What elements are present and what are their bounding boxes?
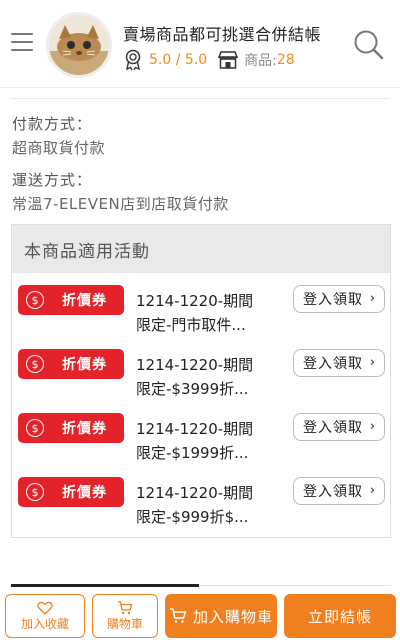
cart-button[interactable]: 購物車 xyxy=(92,594,158,638)
promotion-title: 1214-1220-期間 限定-$999折$... xyxy=(136,484,254,526)
products-count: 28 xyxy=(276,52,295,68)
shipping-method-value: 常溫7-ELEVEN店到店取貨付款 xyxy=(12,195,229,213)
search-button[interactable] xyxy=(352,28,386,62)
tab-track xyxy=(199,585,391,586)
promotion-title: 1214-1220-期間 限定-門市取件... xyxy=(136,292,254,334)
login-claim-button[interactable]: 登入領取 › xyxy=(293,349,385,377)
rating-value: 5.0 / 5.0 xyxy=(149,52,208,68)
add-to-cart-button[interactable]: 加入購物車 xyxy=(165,594,277,638)
products-label: 商品: xyxy=(244,53,277,69)
coupon-badge: $ 折價券 xyxy=(18,413,124,443)
store-avatar[interactable] xyxy=(46,12,112,78)
dollar-coin-icon: $ xyxy=(26,483,44,501)
dollar-coin-icon: $ xyxy=(26,419,44,437)
store-header: 賣場商品都可挑選合併結帳 5.0 / 5.0 商品: 28 xyxy=(0,0,400,88)
cat-avatar-image xyxy=(49,15,109,75)
promotion-item: $ 折價券 1214-1220-期間 限定-$3999折... 登入領取 › xyxy=(12,349,390,413)
promotions-panel: 本商品適用活動 $ 折價券 1214-1220-期間 限定-門市取件... 登入… xyxy=(11,224,391,538)
login-claim-button[interactable]: 登入領取 › xyxy=(293,413,385,441)
coupon-badge: $ 折價券 xyxy=(18,285,124,315)
promotion-item: $ 折價券 1214-1220-期間 限定-$1999折... 登入領取 › xyxy=(12,413,390,477)
login-claim-button[interactable]: 登入領取 › xyxy=(293,285,385,313)
shopping-cart-icon xyxy=(118,600,133,614)
promotion-item: $ 折價券 1214-1220-期間 限定-門市取件... 登入領取 › xyxy=(12,285,390,349)
search-icon xyxy=(354,30,384,60)
chevron-right-icon: › xyxy=(369,291,376,306)
divider xyxy=(10,98,390,99)
store-title: 賣場商品都可挑選合併結帳 xyxy=(123,25,322,44)
chevron-right-icon: › xyxy=(369,355,376,370)
coupon-badge: $ 折價券 xyxy=(18,477,124,507)
bottom-action-bar: 加入收藏 購物車 加入購物車 立即結帳 xyxy=(0,590,400,640)
promotion-item: $ 折價券 1214-1220-期間 限定-$999折$... 登入領取 › xyxy=(12,477,390,541)
store-icon xyxy=(218,51,239,69)
promotions-header: 本商品適用活動 xyxy=(12,225,390,273)
payment-method-label: 付款方式： xyxy=(12,115,93,133)
payment-method-value: 超商取貨付款 xyxy=(12,139,106,157)
dollar-coin-icon: $ xyxy=(26,291,44,309)
add-favorite-button[interactable]: 加入收藏 xyxy=(5,594,85,638)
dollar-coin-icon: $ xyxy=(26,355,44,373)
promotion-title: 1214-1220-期間 限定-$3999折... xyxy=(136,356,254,398)
tab-active-indicator xyxy=(11,584,199,587)
heart-icon xyxy=(37,601,53,615)
award-ribbon-icon xyxy=(125,49,141,71)
chevron-right-icon: › xyxy=(369,483,376,498)
store-stats: 5.0 / 5.0 商品: 28 xyxy=(123,48,295,72)
menu-icon[interactable] xyxy=(11,33,33,53)
promotion-title: 1214-1220-期間 限定-$1999折... xyxy=(136,420,254,462)
chevron-right-icon: › xyxy=(369,419,376,434)
shipping-method-label: 運送方式： xyxy=(12,171,93,189)
checkout-button[interactable]: 立即結帳 xyxy=(284,594,396,638)
shopping-cart-icon xyxy=(169,608,187,623)
login-claim-button[interactable]: 登入領取 › xyxy=(293,477,385,505)
coupon-badge: $ 折價券 xyxy=(18,349,124,379)
